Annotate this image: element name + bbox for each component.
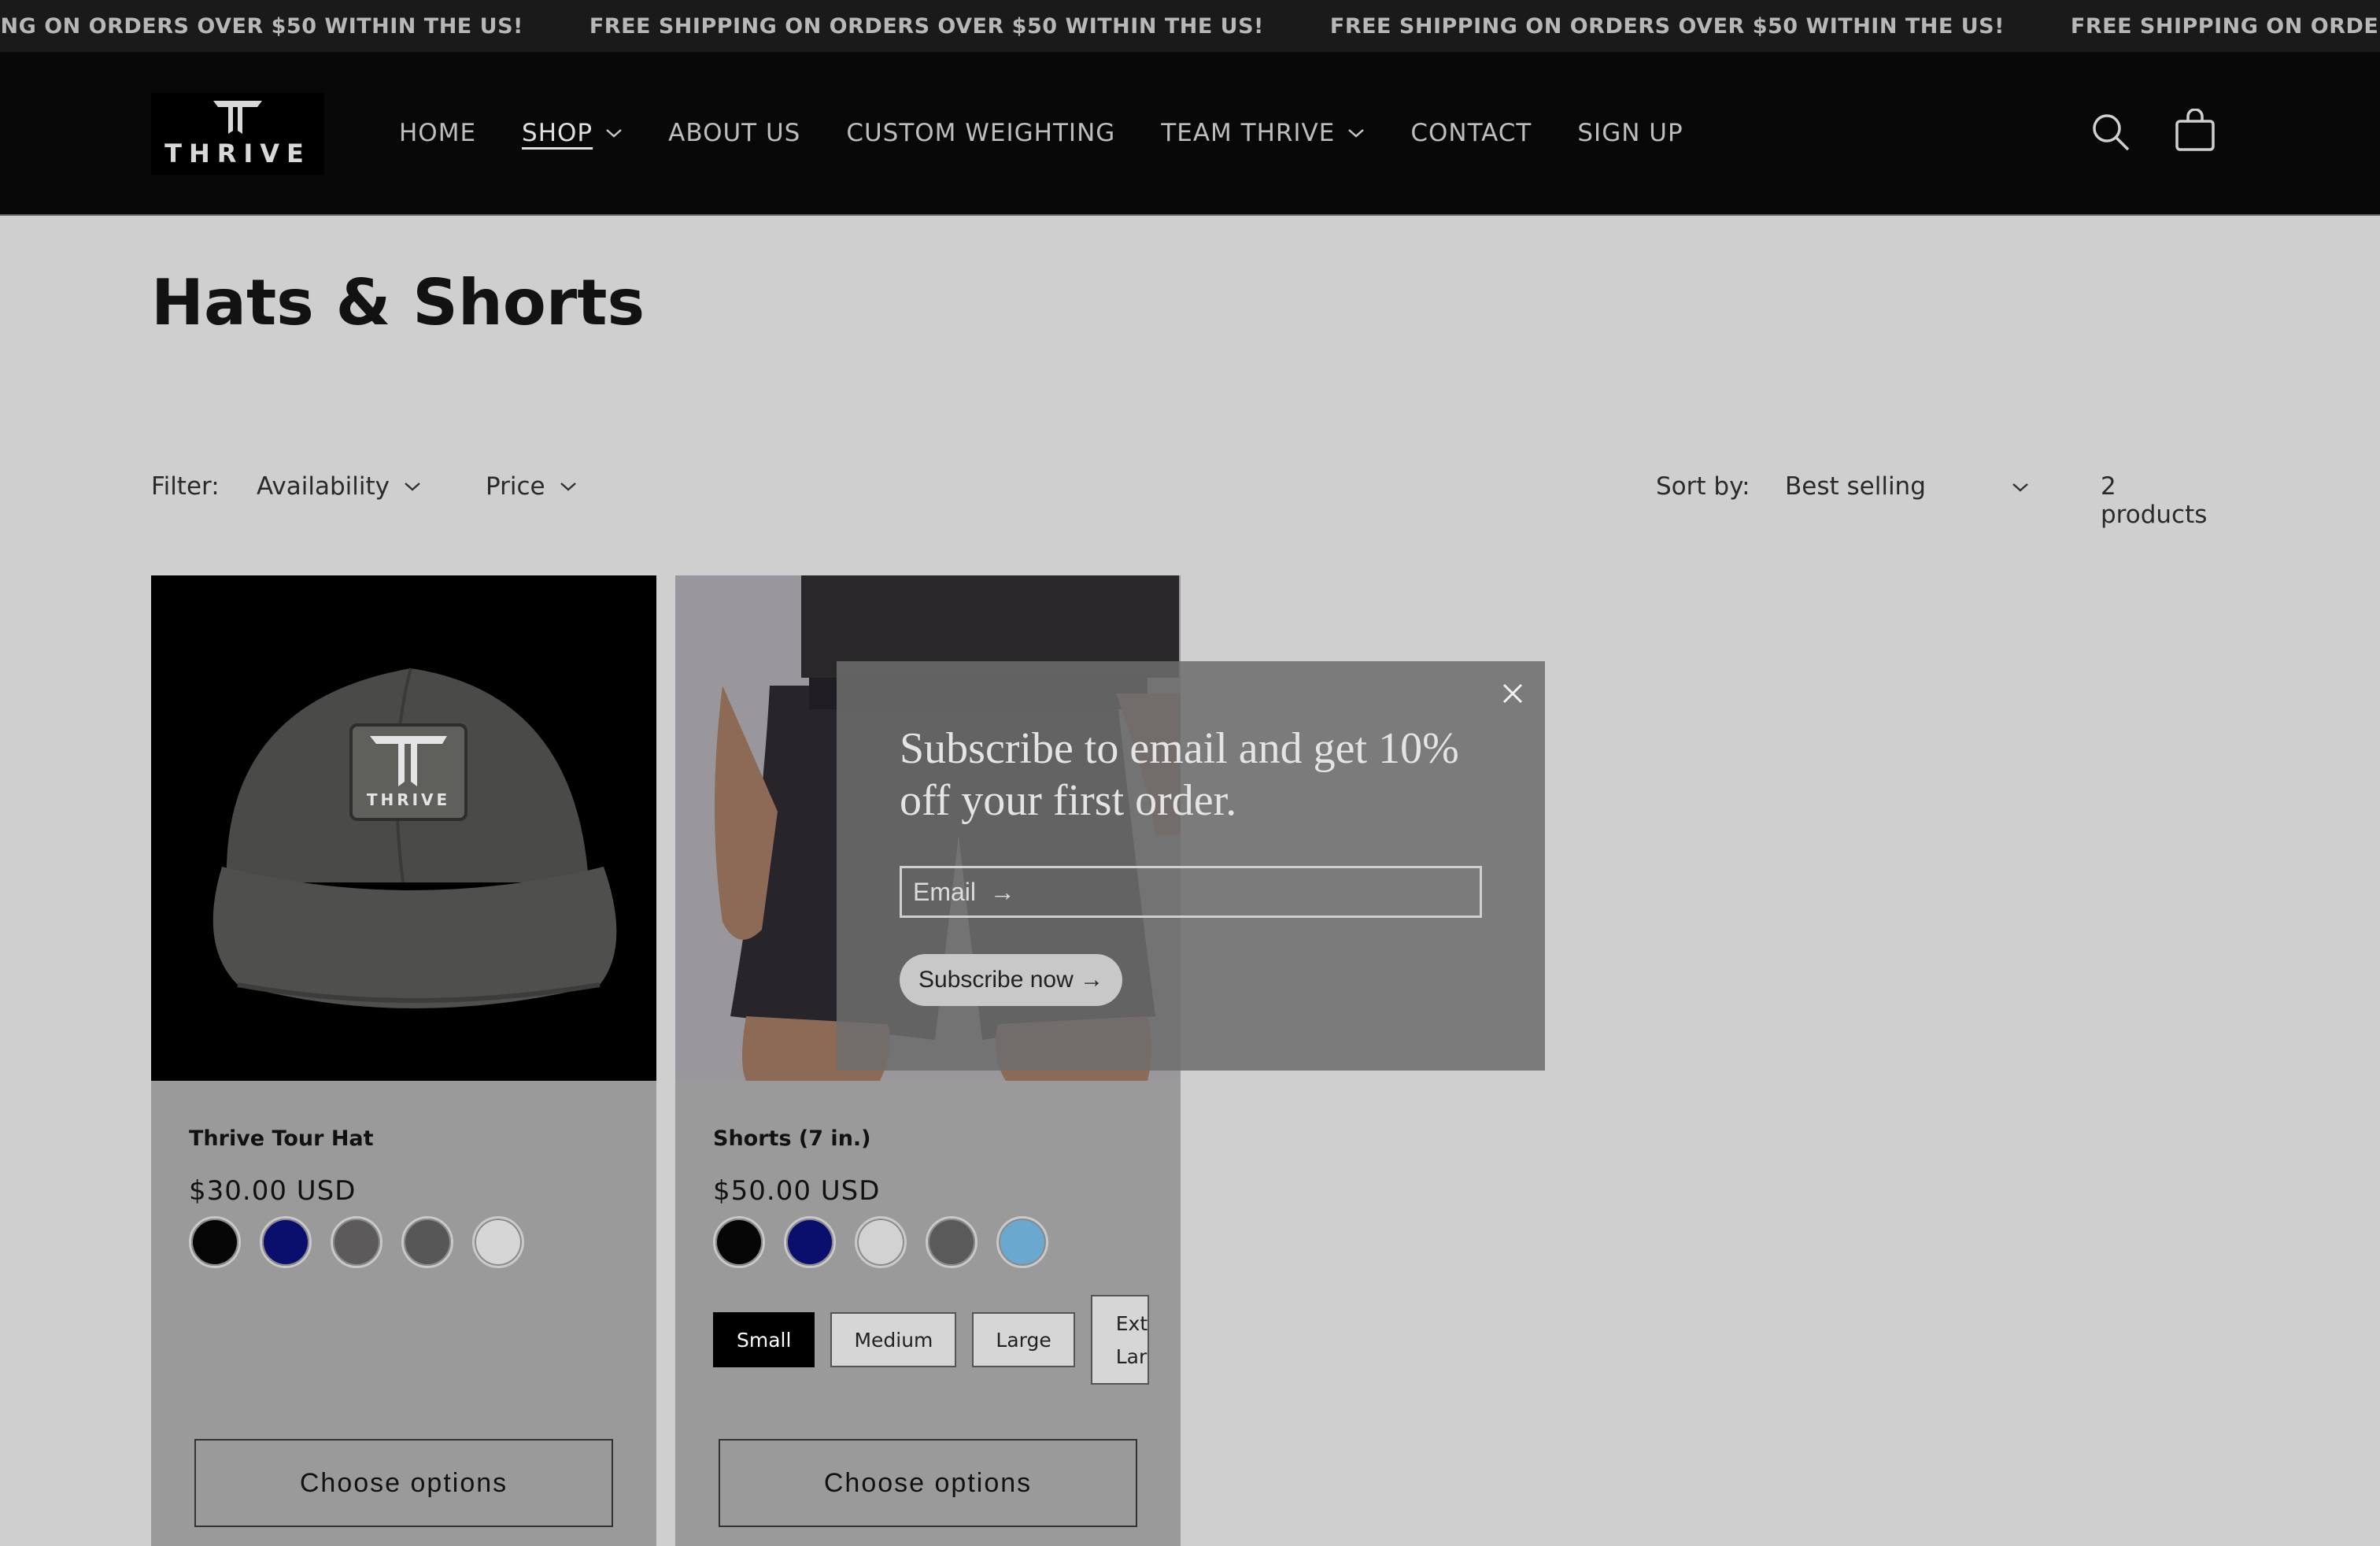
nav-about[interactable]: ABOUT US xyxy=(668,119,800,147)
chevron-down-icon xyxy=(2012,483,2028,492)
product-card-hat: THRIVE Thrive Tour Hat $30.00 USD Choose… xyxy=(151,575,656,1546)
swatch-camo-gray[interactable] xyxy=(331,1216,382,1268)
search-icon xyxy=(2093,114,2130,151)
chevron-down-icon xyxy=(560,483,576,491)
product-image-hat[interactable]: THRIVE xyxy=(151,575,656,1081)
popup-heading: Subscribe to email and get 10% off your … xyxy=(900,724,1459,825)
sort-select[interactable]: Best selling xyxy=(1785,472,2029,501)
size-extra-large-label-1: Extr xyxy=(1115,1312,1148,1335)
nav-contact[interactable]: CONTACT xyxy=(1410,119,1532,147)
logo[interactable]: THRIVE xyxy=(151,93,324,175)
nav-custom-weighting-label: CUSTOM WEIGHTING xyxy=(846,119,1116,147)
search-button[interactable] xyxy=(2090,112,2131,156)
popup-close-button[interactable] xyxy=(1501,682,1524,708)
swatch-gray[interactable] xyxy=(926,1216,978,1268)
filter-price[interactable]: Price xyxy=(486,472,577,501)
swatch-white[interactable] xyxy=(472,1216,524,1268)
size-extra-large[interactable]: Extr Larg xyxy=(1090,1295,1149,1385)
color-swatches xyxy=(189,1216,543,1268)
product-title[interactable]: Thrive Tour Hat xyxy=(189,1126,374,1151)
swatch-black[interactable] xyxy=(713,1216,765,1268)
filter-price-label: Price xyxy=(486,472,545,501)
swatch-black[interactable] xyxy=(189,1216,241,1268)
choose-options-button[interactable]: Choose options xyxy=(194,1439,613,1527)
nav-shop[interactable]: SHOP xyxy=(522,119,623,147)
size-small[interactable]: Small xyxy=(713,1312,815,1367)
swatch-light-blue[interactable] xyxy=(996,1216,1048,1268)
logo-text: THRIVE xyxy=(164,139,311,168)
sort-value: Best selling xyxy=(1785,472,1926,501)
announcement-text: FREE SHIPPING ON ORDERS OVER $50 WITHIN … xyxy=(589,13,1264,39)
product-count: 2 products xyxy=(2101,472,2208,529)
swatch-white[interactable] xyxy=(855,1216,907,1268)
announcement-text: FREE SHIPPING ON ORDERS OVER $50 WITHIN … xyxy=(1329,13,2005,39)
cart-button[interactable] xyxy=(2174,108,2216,156)
nav-sign-up[interactable]: SIGN UP xyxy=(1577,119,1683,147)
close-icon xyxy=(1502,683,1523,704)
nav-shop-label: SHOP xyxy=(522,119,593,147)
subscribe-button[interactable]: Subscribe now → xyxy=(900,954,1123,1006)
chevron-down-icon xyxy=(606,129,622,138)
nav-sign-up-label: SIGN UP xyxy=(1577,119,1683,147)
size-large[interactable]: Large xyxy=(972,1312,1075,1367)
nav-about-label: ABOUT US xyxy=(668,119,801,147)
size-options: Small Medium Large Extr Larg xyxy=(713,1295,1149,1385)
swatch-navy[interactable] xyxy=(784,1216,836,1268)
main-nav: HOME SHOP ABOUT US CUSTOM WEIGHTING TEAM… xyxy=(399,52,1729,214)
hat-image: THRIVE xyxy=(213,668,617,1008)
email-input[interactable] xyxy=(900,866,1482,918)
nav-home[interactable]: HOME xyxy=(399,119,476,147)
size-extra-large-label-2: Larg xyxy=(1115,1345,1148,1368)
sort-label: Sort by: xyxy=(1656,472,1750,501)
page-title: Hats & Shorts xyxy=(151,266,645,339)
nav-team-thrive[interactable]: TEAM THRIVE xyxy=(1161,119,1365,147)
announcement-text: FREE SHIPPING ON ORDERS OVER $50 WIT xyxy=(2070,13,2380,39)
nav-custom-weighting[interactable]: CUSTOM WEIGHTING xyxy=(846,119,1115,147)
chevron-down-icon xyxy=(405,483,420,491)
product-title[interactable]: Shorts (7 in.) xyxy=(713,1126,871,1151)
filter-bar: Filter: Availability Price Sort by: Best… xyxy=(151,469,2229,529)
filter-availability[interactable]: Availability xyxy=(257,472,421,501)
announcement-bar: ING ON ORDERS OVER $50 WITHIN THE US! FR… xyxy=(0,0,2380,52)
filter-availability-label: Availability xyxy=(257,472,390,501)
size-medium[interactable]: Medium xyxy=(830,1312,957,1367)
product-price: $50.00 USD xyxy=(713,1175,881,1207)
nav-contact-label: CONTACT xyxy=(1410,119,1532,147)
color-swatches xyxy=(713,1216,1067,1268)
nav-team-thrive-label: TEAM THRIVE xyxy=(1161,119,1336,147)
filter-label: Filter: xyxy=(151,472,220,501)
thrive-logo-mark-icon xyxy=(213,101,262,134)
site-header: THRIVE HOME SHOP ABOUT US CUSTOM WEIGHTI… xyxy=(0,52,2380,216)
choose-options-button[interactable]: Choose options xyxy=(719,1439,1137,1527)
cart-icon xyxy=(2175,108,2215,151)
swatch-gray[interactable] xyxy=(401,1216,453,1268)
announcement-text: ING ON ORDERS OVER $50 WITHIN THE US! xyxy=(0,13,523,39)
product-price: $30.00 USD xyxy=(189,1175,357,1207)
hat-logo-text: THRIVE xyxy=(367,790,450,809)
nav-home-label: HOME xyxy=(399,119,477,147)
chevron-down-icon xyxy=(1348,129,1365,138)
swatch-navy[interactable] xyxy=(260,1216,312,1268)
email-signup-popup: Subscribe to email and get 10% off your … xyxy=(837,661,1545,1071)
